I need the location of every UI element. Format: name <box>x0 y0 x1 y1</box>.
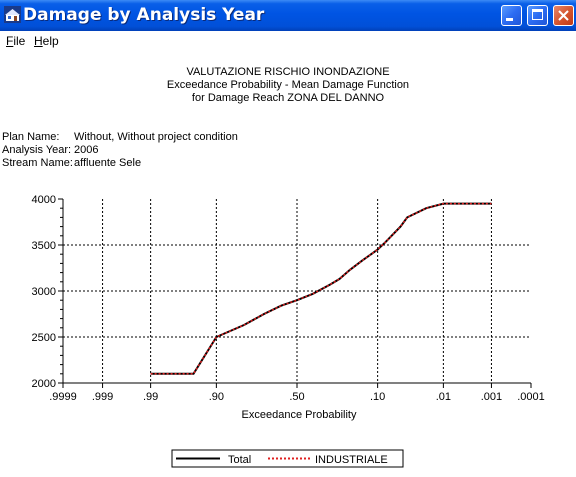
x-tick-label: .9999 <box>49 391 77 403</box>
x-tick-label: .0001 <box>517 391 545 403</box>
x-tick-label: .01 <box>436 391 451 403</box>
y-tick-label: 2500 <box>32 332 56 344</box>
y-tick-label: 4000 <box>32 194 56 206</box>
x-tick-label: .999 <box>92 391 113 403</box>
x-tick-label: .50 <box>289 391 304 403</box>
y-tick-label: 3000 <box>32 286 56 298</box>
x-tick-label: .10 <box>370 391 385 403</box>
y-tick-label: 2000 <box>32 378 56 390</box>
x-tick-label: .99 <box>143 391 158 403</box>
x-axis-title: Exceedance Probability <box>242 409 357 421</box>
x-tick-label: .001 <box>481 391 502 403</box>
legend-label-total: Total <box>228 454 251 466</box>
legend-label-industriale: INDUSTRIALE <box>315 454 388 466</box>
y-tick-label: 3500 <box>32 240 56 252</box>
x-tick-label: .90 <box>209 391 224 403</box>
damage-chart: .9999 .999 .99 .90 .50 .10 .01 .001 .0001 4000 350… <box>32 194 545 468</box>
